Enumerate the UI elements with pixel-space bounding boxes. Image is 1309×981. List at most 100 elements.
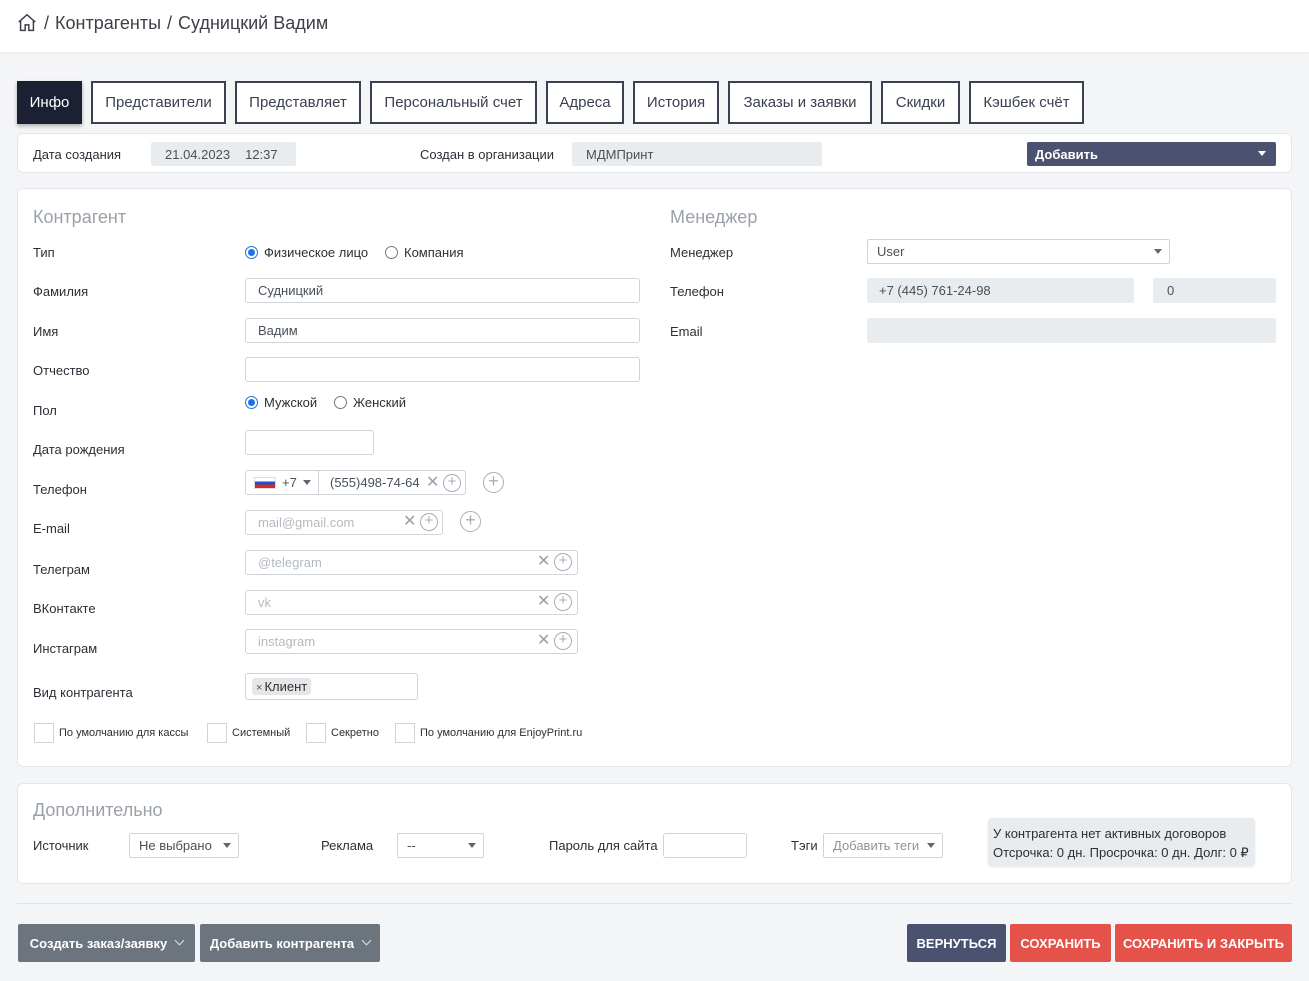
tab-orders[interactable]: Заказы и заявки (728, 81, 872, 124)
tab-addresses[interactable]: Адреса (546, 81, 624, 124)
source-select[interactable]: Не выбрано (129, 833, 239, 858)
vk-input[interactable]: vk (245, 590, 578, 615)
back-button[interactable]: ВЕРНУТЬСЯ (907, 924, 1006, 962)
type-individual-label: Физическое лицо (264, 245, 369, 260)
plus-circle-icon[interactable]: + (554, 553, 572, 571)
tags-select[interactable]: Добавить теги (823, 833, 943, 858)
email-label: E-mail (33, 521, 70, 536)
plus-circle-icon[interactable]: + (443, 474, 461, 492)
checkbox-system-label: Системный (232, 727, 291, 739)
create-order-button[interactable]: Создать заказ/заявку (18, 924, 195, 962)
tab-info[interactable]: Инфо (17, 81, 82, 124)
gender-label: Пол (33, 403, 57, 418)
instagram-label: Инстаграм (33, 641, 98, 656)
plus-circle-icon[interactable]: + (420, 513, 438, 531)
ad-value: -- (407, 838, 416, 853)
tab-history[interactable]: История (633, 81, 719, 124)
checkbox-box (306, 723, 326, 743)
gender-male-radio[interactable]: Мужской (245, 395, 317, 410)
created-date-label: Дата создания (33, 147, 122, 162)
source-label: Источник (33, 838, 89, 853)
tab-represents[interactable]: Представляет (235, 81, 361, 124)
manager-phone-ext-field: 0 (1153, 278, 1276, 303)
add-contragent-label: Добавить контрагента (209, 935, 355, 951)
checkbox-system[interactable]: Системный (207, 723, 290, 743)
manager-email-label: Email (670, 324, 703, 339)
ad-select[interactable]: -- (397, 833, 484, 858)
manager-select[interactable]: User (867, 239, 1170, 264)
checkbox-box (34, 723, 54, 743)
site-password-label: Пароль для сайта (549, 838, 658, 853)
kind-label: Вид контрагента (33, 685, 133, 700)
phone-input[interactable]: (555)498-74-64 (330, 475, 420, 490)
clear-icon[interactable]: ✕ (537, 633, 550, 649)
breadcrumb-contragents[interactable]: Контрагенты (55, 13, 161, 34)
checkbox-default-enjoyprint[interactable]: По умолчанию для EnjoyPrint.ru (395, 723, 582, 743)
tags-placeholder: Добавить теги (833, 838, 920, 853)
manager-phone-label: Телефон (670, 284, 724, 299)
source-value: Не выбрано (139, 838, 212, 853)
save-button[interactable]: СОХРАНИТЬ (1010, 924, 1111, 962)
country-code-select[interactable]: +7 (246, 471, 319, 494)
phone-label: Телефон (33, 482, 87, 497)
middlename-input[interactable] (245, 357, 640, 382)
ad-label: Реклама (321, 838, 374, 853)
plus-circle-icon[interactable]: + (554, 632, 572, 650)
chevron-down-icon (174, 935, 185, 946)
site-password-input[interactable] (663, 833, 747, 858)
chevron-down-icon (361, 935, 372, 946)
org-field: МДМПринт (572, 142, 822, 166)
add-contragent-button[interactable]: Добавить контрагента (200, 924, 380, 962)
tab-cashback[interactable]: Кэшбек счёт (969, 81, 1084, 124)
birthdate-input[interactable] (245, 430, 374, 455)
telegram-input[interactable]: @telegram (245, 550, 578, 575)
checkbox-secret[interactable]: Секретно (306, 723, 379, 743)
footer-divider (17, 903, 1292, 904)
add-select-label: Добавить (1035, 146, 1098, 162)
checkbox-secret-label: Секретно (331, 727, 379, 739)
checkbox-default-cash[interactable]: По умолчанию для кассы (34, 723, 188, 743)
lastname-input[interactable]: Судницкий (245, 278, 640, 303)
tags-label: Тэги (791, 838, 818, 853)
type-label: Тип (33, 245, 55, 260)
radio-unchecked-icon (385, 246, 398, 259)
plus-circle-icon[interactable]: + (554, 593, 572, 611)
main-panel: Контрагент Тип Физическое лицо Компания … (17, 188, 1292, 767)
lastname-label: Фамилия (33, 284, 89, 299)
firstname-input[interactable]: Вадим (245, 318, 640, 343)
clear-icon[interactable]: ✕ (403, 514, 416, 530)
home-icon[interactable] (16, 12, 38, 34)
birthdate-label: Дата рождения (33, 442, 125, 457)
phone-code: +7 (282, 475, 297, 490)
type-individual-radio[interactable]: Физическое лицо (245, 245, 368, 260)
type-company-label: Компания (404, 245, 464, 260)
radio-checked-icon (245, 396, 258, 409)
add-select[interactable]: Добавить (1027, 142, 1276, 166)
clear-icon[interactable]: ✕ (537, 594, 550, 610)
contract-status: У контрагента нет активных договоров (993, 826, 1227, 841)
radio-checked-icon (245, 246, 258, 259)
tab-representatives[interactable]: Представители (91, 81, 226, 124)
checkbox-default-cash-label: По умолчанию для кассы (59, 727, 189, 739)
info-bar: Дата создания 21.04.2023 12:37 Создан в … (17, 133, 1292, 173)
gender-female-radio[interactable]: Женский (334, 395, 406, 410)
clear-icon[interactable]: ✕ (426, 475, 439, 491)
clear-icon[interactable]: ✕ (537, 554, 550, 570)
telegram-label: Телеграм (33, 562, 90, 577)
manager-phone-field: +7 (445) 761-24-98 (867, 278, 1134, 303)
kind-chip: × Клиент (252, 678, 312, 695)
add-phone-icon[interactable]: + (483, 472, 504, 493)
type-company-radio[interactable]: Компания (385, 245, 464, 260)
instagram-input[interactable]: instagram (245, 629, 578, 654)
tab-personal-account[interactable]: Персональный счет (370, 81, 537, 124)
manager-email-field (867, 318, 1276, 343)
save-close-button[interactable]: СОХРАНИТЬ И ЗАКРЫТЬ (1115, 924, 1292, 962)
org-label: Создан в организации (420, 147, 555, 162)
tab-discounts[interactable]: Скидки (881, 81, 960, 124)
radio-unchecked-icon (334, 396, 347, 409)
add-email-icon[interactable]: + (460, 511, 481, 532)
checkbox-box (207, 723, 227, 743)
created-date-field: 21.04.2023 12:37 (151, 142, 296, 166)
remove-chip-icon[interactable]: × (256, 682, 262, 694)
create-order-label: Создать заказ/заявку (29, 935, 168, 951)
